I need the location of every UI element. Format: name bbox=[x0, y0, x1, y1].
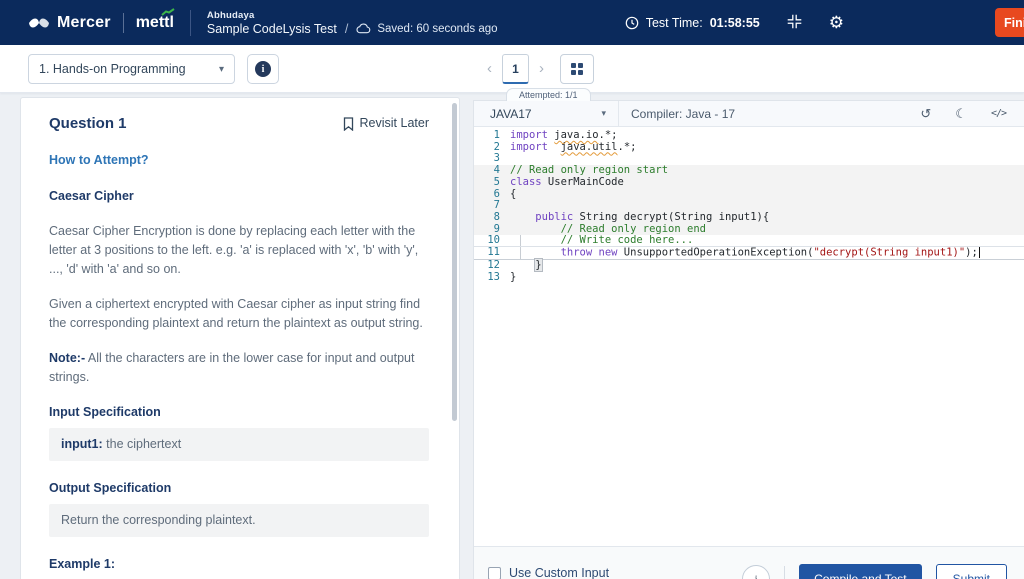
output-spec-box: Return the corresponding plaintext. bbox=[49, 504, 429, 537]
reset-history-icon[interactable]: ↺ bbox=[920, 107, 931, 120]
use-custom-input-checkbox[interactable] bbox=[488, 567, 501, 579]
how-to-attempt-link[interactable]: How to Attempt? bbox=[49, 151, 429, 170]
line-number: 13 bbox=[474, 272, 510, 284]
note-label: Note:- bbox=[49, 351, 85, 365]
input-spec-heading: Input Specification bbox=[49, 403, 429, 422]
mettl-logo: mettl bbox=[136, 14, 174, 32]
code-line-12[interactable]: 12 } bbox=[474, 260, 1024, 272]
line-number: 6 bbox=[474, 189, 510, 201]
line-number: 2 bbox=[474, 142, 510, 154]
problem-note: Note:- All the characters are in the low… bbox=[49, 349, 429, 387]
code-format-icon[interactable]: </> bbox=[991, 109, 1006, 119]
settings-gear-icon[interactable]: ⚙ bbox=[829, 14, 844, 31]
header-divider bbox=[190, 10, 191, 36]
language-select-value: JAVA17 bbox=[490, 107, 532, 121]
code-line-13[interactable]: 13} bbox=[474, 272, 1024, 284]
example-heading: Example 1: bbox=[49, 555, 429, 574]
section-select-value: 1. Hands-on Programming bbox=[39, 62, 186, 76]
question-title: Question 1 bbox=[49, 114, 127, 133]
line-number: 1 bbox=[474, 130, 510, 142]
revisit-later-label: Revisit Later bbox=[360, 114, 429, 133]
next-question-icon[interactable]: › bbox=[539, 54, 544, 84]
line-number: 11 bbox=[474, 247, 510, 259]
line-number: 4 bbox=[474, 165, 510, 177]
code-line-5[interactable]: 5class UserMainCode bbox=[474, 177, 1024, 189]
collapse-fullscreen-icon[interactable] bbox=[786, 13, 803, 33]
footer-divider bbox=[784, 566, 785, 579]
problem-paragraph-1: Caesar Cipher Encryption is done by repl… bbox=[49, 222, 429, 279]
app-window: Mercer mettl Abhudaya Sample CodeLysis T… bbox=[0, 0, 1024, 579]
input-spec-box: input1: the ciphertext bbox=[49, 428, 429, 461]
compiler-label: Compiler: Java - 17 bbox=[631, 107, 735, 121]
code-line-2[interactable]: 2import java.util.*; bbox=[474, 142, 1024, 154]
line-number: 3 bbox=[474, 153, 510, 165]
line-number: 7 bbox=[474, 200, 510, 212]
language-select[interactable]: JAVA17 ▾ bbox=[474, 101, 619, 126]
editor-footer: Use Custom Input i Compile and Test Subm… bbox=[474, 546, 1024, 579]
info-icon: i bbox=[255, 61, 271, 77]
use-custom-input-control[interactable]: Use Custom Input bbox=[488, 566, 609, 579]
compile-and-test-button[interactable]: Compile and Test bbox=[799, 564, 922, 579]
question-panel: Question 1 Revisit Later How to Attempt?… bbox=[20, 97, 460, 579]
input-spec-label: input1: bbox=[61, 437, 103, 451]
finish-test-button[interactable]: Finish Test bbox=[995, 8, 1024, 37]
section-bar: 1. Hands-on Programming ▾ i ‹ 1 › bbox=[0, 45, 1024, 93]
save-status-text: Saved: 60 seconds ago bbox=[377, 23, 497, 35]
code-line-6[interactable]: 6{ bbox=[474, 189, 1024, 201]
mettl-growth-icon bbox=[161, 8, 176, 16]
problem-heading: Caesar Cipher bbox=[49, 187, 429, 206]
code-lines: 1import java.io.*;2import java.util.*;34… bbox=[474, 130, 1024, 284]
revisit-later-button[interactable]: Revisit Later bbox=[343, 114, 429, 133]
dark-mode-moon-icon[interactable]: ☾ bbox=[955, 107, 967, 120]
note-text: All the characters are in the lower case… bbox=[49, 351, 414, 384]
timer-value: 01:58:55 bbox=[710, 16, 760, 30]
attempted-tab: Attempted: 1/1 bbox=[506, 88, 591, 101]
question-palette-button[interactable] bbox=[560, 54, 594, 84]
breadcrumb: Abhudaya Sample CodeLysis Test / Saved: … bbox=[207, 10, 498, 36]
question-pager: ‹ 1 › bbox=[487, 54, 594, 84]
save-status: Saved: 60 seconds ago bbox=[356, 23, 497, 35]
problem-paragraph-2: Given a ciphertext encrypted with Caesar… bbox=[49, 295, 429, 333]
mercer-infinity-icon bbox=[28, 16, 50, 30]
caret-down-icon: ▾ bbox=[219, 64, 224, 75]
question-page-button[interactable]: 1 bbox=[502, 54, 529, 84]
prev-question-icon[interactable]: ‹ bbox=[487, 54, 492, 84]
input-spec-text: the ciphertext bbox=[103, 437, 182, 451]
brand-area: Mercer mettl Abhudaya Sample CodeLysis T… bbox=[28, 10, 498, 36]
editor-toolbar: JAVA17 ▾ Compiler: Java - 17 ↺ ☾ </> bbox=[474, 101, 1024, 127]
code-area[interactable]: 1import java.io.*;2import java.util.*;34… bbox=[474, 127, 1024, 546]
text-cursor bbox=[979, 247, 980, 258]
header-right: Test Time: 01:58:55 ⚙ bbox=[625, 13, 844, 33]
line-number: 8 bbox=[474, 212, 510, 224]
question-scrollbar[interactable] bbox=[452, 103, 457, 421]
mettl-wordmark: mettl bbox=[136, 14, 174, 31]
caret-down-icon: ▾ bbox=[601, 108, 606, 119]
org-name: Abhudaya bbox=[207, 10, 498, 21]
breadcrumb-separator: / bbox=[345, 22, 348, 36]
mercer-wordmark: Mercer bbox=[57, 14, 111, 32]
top-header: Mercer mettl Abhudaya Sample CodeLysis T… bbox=[0, 0, 1024, 45]
code-line-11[interactable]: 11 throw new UnsupportedOperationExcepti… bbox=[474, 246, 1024, 260]
output-spec-heading: Output Specification bbox=[49, 479, 429, 498]
clock-icon bbox=[625, 16, 639, 30]
test-name: Sample CodeLysis Test bbox=[207, 22, 337, 36]
submit-button[interactable]: Submit bbox=[936, 564, 1007, 579]
mercer-logo: Mercer bbox=[28, 14, 111, 32]
code-editor-panel: Attempted: 1/1 JAVA17 ▾ Compiler: Java -… bbox=[473, 100, 1024, 579]
test-timer: Test Time: 01:58:55 bbox=[625, 16, 760, 30]
cloud-icon bbox=[356, 23, 371, 34]
use-custom-input-label: Use Custom Input bbox=[509, 566, 609, 579]
section-select[interactable]: 1. Hands-on Programming ▾ bbox=[28, 54, 235, 84]
timer-label: Test Time: bbox=[646, 16, 703, 30]
brand-divider bbox=[123, 13, 124, 33]
footer-info-button[interactable]: i bbox=[742, 565, 770, 579]
section-info-button[interactable]: i bbox=[247, 54, 279, 84]
bookmark-icon bbox=[343, 117, 354, 131]
line-number: 5 bbox=[474, 177, 510, 189]
grid-icon bbox=[571, 63, 583, 75]
